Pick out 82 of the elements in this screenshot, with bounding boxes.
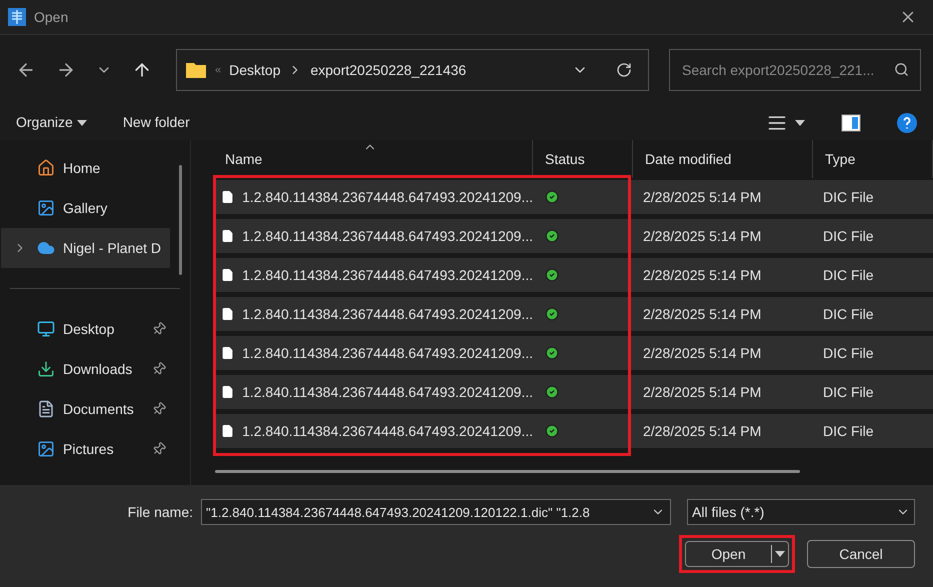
desktop-icon	[37, 320, 55, 338]
file-icon	[221, 384, 234, 400]
date-modified: 2/28/2025 5:14 PM	[642, 226, 762, 246]
file-type-dropdown[interactable]: All files (*.*)	[687, 499, 915, 525]
cancel-button[interactable]: Cancel	[807, 540, 915, 568]
picture-icon	[37, 440, 55, 458]
caret-icon	[795, 120, 805, 126]
file-row[interactable]: 1.2.840.114384.23674448.647493.20241209... 2/28/2025 5:14 PM DIC File	[213, 180, 933, 214]
gallery-icon	[37, 199, 55, 217]
file-type: DIC File	[822, 188, 875, 206]
file-icon	[221, 267, 234, 283]
file-name-field[interactable]: "1.2.840.114384.23674448.647493.20241209.120122.1.dic" "1.2.8	[201, 499, 671, 525]
date-modified: 2/28/2025 5:14 PM	[642, 266, 762, 284]
file-name: 1.2.840.114384.23674448.647493.20241209...	[242, 344, 533, 362]
sidebar-item[interactable]: Nigel - Planet D	[1, 228, 170, 268]
preview-pane-icon[interactable]	[841, 114, 861, 132]
file-icon	[221, 345, 234, 361]
sidebar-item[interactable]: Desktop	[1, 309, 170, 349]
file-type: DIC File	[822, 382, 875, 402]
date-modified: 2/28/2025 5:14 PM	[642, 304, 762, 324]
synced-status-icon	[545, 424, 559, 438]
file-name: 1.2.840.114384.23674448.647493.20241209...	[242, 188, 533, 206]
address-bar[interactable]: « Desktop export20250228_221436	[176, 49, 649, 91]
file-row[interactable]: 1.2.840.114384.23674448.647493.20241209... 2/28/2025 5:14 PM DIC File	[213, 258, 933, 292]
file-name: 1.2.840.114384.23674448.647493.20241209...	[242, 382, 533, 402]
sidebar-item[interactable]: Downloads	[1, 349, 170, 389]
sidebar-item[interactable]: Pictures	[1, 429, 170, 469]
search-field[interactable]: Search export20250228_221...	[669, 49, 921, 91]
window-title: Open	[34, 8, 68, 27]
file-type: DIC File	[822, 226, 875, 246]
open-button[interactable]: Open	[685, 541, 789, 567]
folder-icon	[185, 61, 207, 79]
document-icon	[37, 400, 55, 418]
date-modified: 2/28/2025 5:14 PM	[642, 422, 762, 440]
file-icon	[221, 306, 234, 322]
file-name: 1.2.840.114384.23674448.647493.20241209...	[242, 304, 533, 324]
synced-status-icon	[545, 190, 559, 204]
file-icon	[221, 189, 234, 205]
synced-status-icon	[545, 307, 559, 321]
cloud-icon	[37, 239, 55, 257]
app-logo-icon	[8, 8, 26, 26]
file-name: 1.2.840.114384.23674448.647493.20241209...	[242, 266, 533, 284]
file-name: 1.2.840.114384.23674448.647493.20241209...	[242, 422, 533, 440]
download-icon	[37, 360, 55, 378]
file-row[interactable]: 1.2.840.114384.23674448.647493.20241209... 2/28/2025 5:14 PM DIC File	[213, 414, 933, 448]
file-icon	[221, 228, 234, 244]
sidebar-item[interactable]: Documents	[1, 389, 170, 429]
file-name-label: File name:	[128, 502, 193, 522]
caret-icon	[772, 549, 788, 559]
column-header[interactable]: Name	[213, 140, 533, 178]
file-row[interactable]: 1.2.840.114384.23674448.647493.20241209... 2/28/2025 5:14 PM DIC File	[213, 297, 933, 331]
date-modified: 2/28/2025 5:14 PM	[642, 382, 762, 402]
search-icon[interactable]	[894, 62, 909, 77]
file-row[interactable]: 1.2.840.114384.23674448.647493.20241209... 2/28/2025 5:14 PM DIC File	[213, 375, 933, 409]
refresh-icon[interactable]	[616, 62, 632, 78]
synced-status-icon	[545, 385, 559, 399]
file-icon	[221, 423, 234, 439]
file-type: DIC File	[822, 266, 875, 284]
new-folder-button[interactable]: New folder	[122, 112, 190, 133]
synced-status-icon	[545, 229, 559, 243]
breadcrumb[interactable]: Desktop	[229, 60, 280, 80]
column-header[interactable]: Status	[533, 140, 633, 178]
column-header[interactable]: Date modified	[633, 140, 813, 178]
help-icon[interactable]	[897, 112, 917, 132]
home-icon	[37, 159, 55, 177]
caret-icon	[76, 120, 87, 126]
date-modified: 2/28/2025 5:14 PM	[642, 188, 762, 206]
organize-button[interactable]: Organize	[16, 112, 87, 133]
file-row[interactable]: 1.2.840.114384.23674448.647493.20241209... 2/28/2025 5:14 PM DIC File	[213, 336, 933, 370]
column-header[interactable]: Type	[813, 140, 933, 178]
breadcrumb[interactable]: export20250228_221436	[310, 60, 466, 80]
synced-status-icon	[545, 268, 559, 282]
overflow-chevron[interactable]: «	[215, 64, 222, 76]
file-type: DIC File	[822, 304, 875, 324]
sidebar-item[interactable]: Home	[1, 148, 170, 188]
sidebar-item[interactable]: Gallery	[1, 188, 170, 228]
file-type: DIC File	[822, 344, 875, 362]
synced-status-icon	[545, 346, 559, 360]
file-row[interactable]: 1.2.840.114384.23674448.647493.20241209... 2/28/2025 5:14 PM DIC File	[213, 219, 933, 253]
file-type: DIC File	[822, 422, 875, 440]
file-name: 1.2.840.114384.23674448.647493.20241209...	[242, 226, 533, 246]
date-modified: 2/28/2025 5:14 PM	[642, 344, 762, 362]
